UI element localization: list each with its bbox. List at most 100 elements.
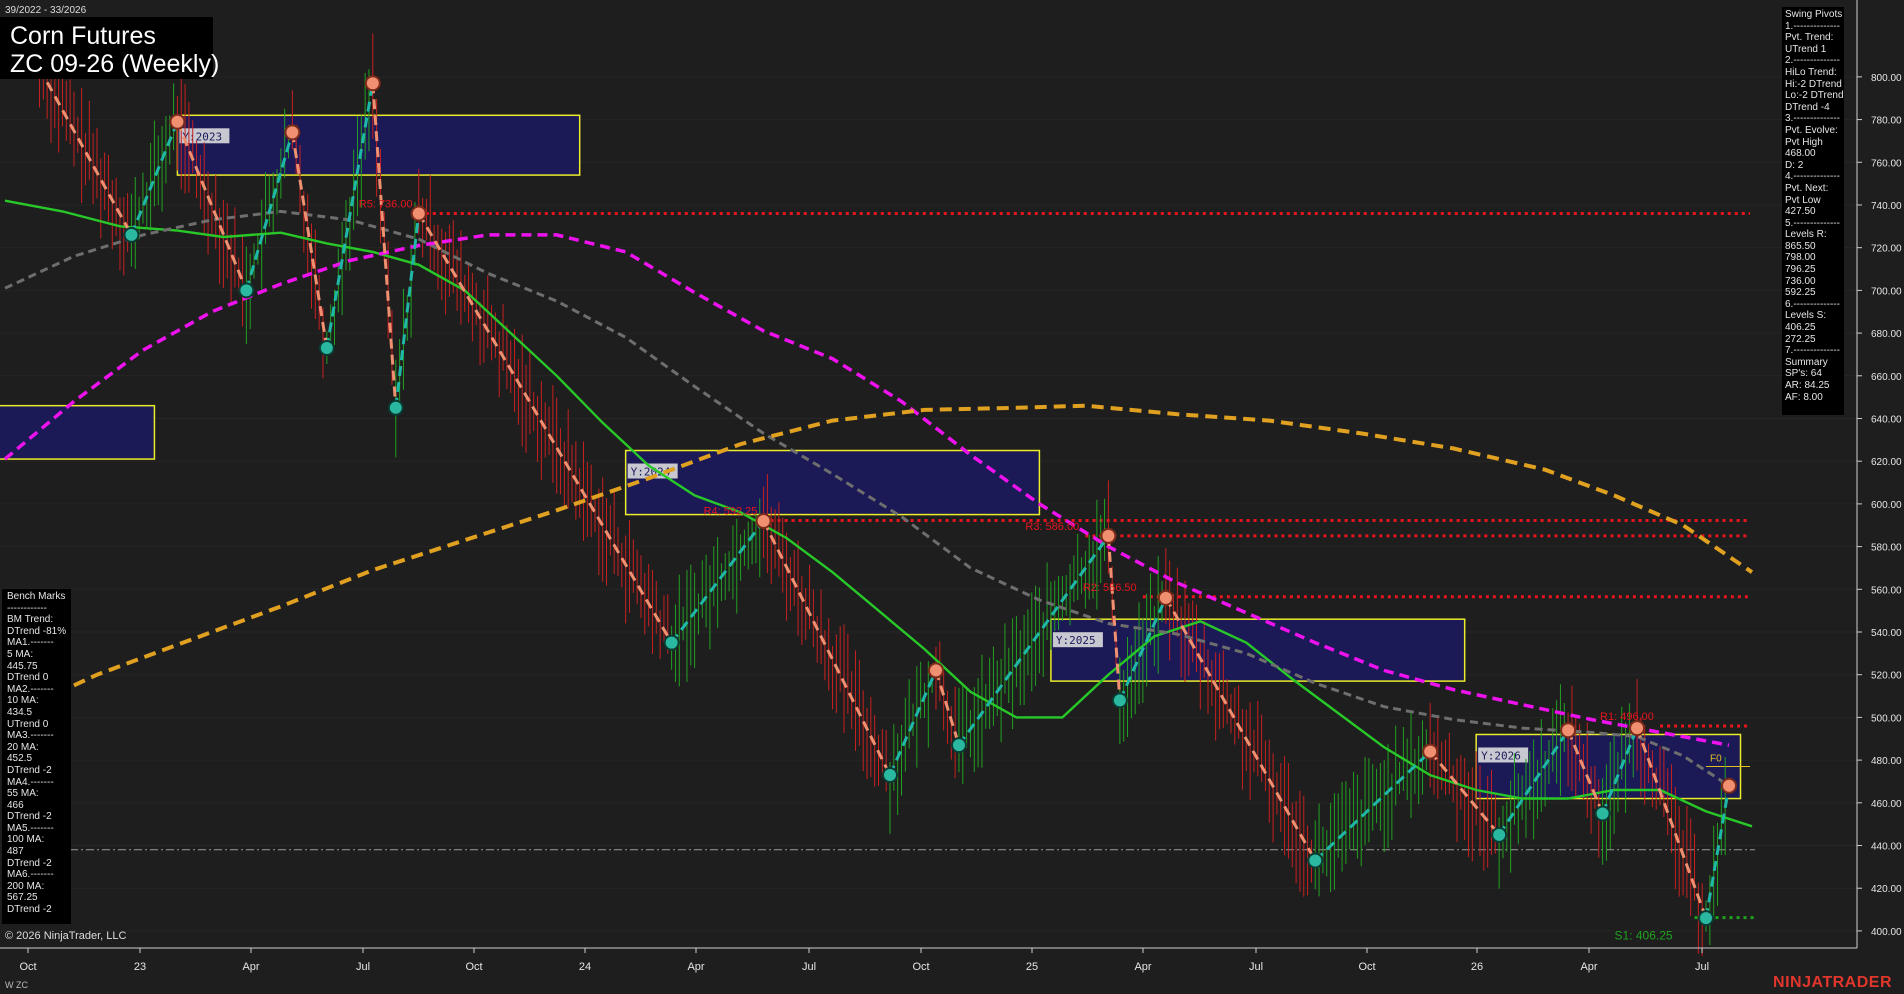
panel-line: 55 MA: [7,788,39,800]
y-tick-label: 720.00 [1871,244,1902,255]
swing-high-marker [410,205,427,222]
panel-line: UTrend 1 [1785,43,1827,55]
y-tick-label: 600.00 [1871,500,1902,511]
swing-high-marker [927,662,944,679]
swing-low-marker [950,737,967,754]
y-tick-label: 800.00 [1871,73,1902,84]
contract-name: ZC 09-26 (Weekly) [10,50,220,78]
panel-line: DTrend -2 [7,857,52,869]
panel-line: Pvt. Evolve: [1785,124,1838,136]
panel-line: Bench Marks [7,591,66,602]
x-tick-label: Jul [356,961,370,973]
panel-line: 865.50 [1785,240,1816,252]
y-tick-label: 500.00 [1871,713,1902,724]
panel-line: 567.25 [7,892,38,904]
panel-line: 272.25 [1785,333,1816,345]
resistance-label: R5: 736.00 [359,199,413,211]
year-box-label: Y:2023 [182,130,222,143]
panel-line: AF: 8.00 [1785,391,1823,403]
y-tick-label: 440.00 [1871,842,1902,853]
panel-line: SP's: 64 [1785,368,1822,380]
year-box-label: Y:2025 [1056,634,1096,647]
panel-line: BM Trend: [7,614,54,626]
y-tick-label: 780.00 [1871,116,1902,127]
panel-line: 796.25 [1785,264,1816,276]
swing-low-marker [1307,852,1324,869]
x-tick-label: Oct [465,961,482,973]
y-tick-label: 520.00 [1871,671,1902,682]
swing-low-marker [1594,805,1611,822]
f0-label: F0 [1710,754,1722,765]
panel-line: 466 [7,799,24,811]
swing-high-marker [1100,527,1117,544]
y-tick-label: 540.00 [1871,628,1902,639]
panel-line: 468.00 [1785,148,1816,160]
panel-line: MA2.------- [7,683,54,695]
panel-line: 1.-------------- [1785,20,1840,32]
swing-high-marker [1721,777,1738,794]
year-box [0,404,156,460]
panel-line: 445.75 [7,660,38,672]
panel-line: 434.5 [7,706,33,718]
panel-line: MA4.------- [7,776,54,788]
panel-line: 452.5 [7,753,33,765]
y-tick-label: 680.00 [1871,329,1902,340]
panel-line: 427.50 [1785,206,1816,218]
panel-line: D: 2 [1785,159,1804,171]
y-tick-label: 760.00 [1871,158,1902,169]
panel-line: 7.-------------- [1785,345,1840,357]
swing-high-marker [1629,720,1646,737]
swing-high-marker [1422,743,1439,760]
swing-pivots-panel: Swing Pivots 1.-------------- Pvt. Trend: U… [1782,7,1844,415]
swing-high-marker [364,75,381,92]
panel-line: MA3.------- [7,730,54,742]
x-tick-label: 23 [134,961,146,973]
panel-line: HiLo Trend: [1785,66,1837,78]
swing-low-marker [663,634,680,651]
swing-low-marker [123,226,140,243]
panel-line: 100 MA: [7,834,45,846]
swing-low-marker [1111,692,1128,709]
swing-high-marker [1560,722,1577,739]
y-tick-label: 620.00 [1871,457,1902,468]
y-tick-label: 700.00 [1871,286,1902,297]
x-tick-label: Oct [19,961,36,973]
panel-line: 798.00 [1785,252,1816,264]
swing-high-marker [169,113,186,130]
panel-line: MA1.------- [7,637,54,649]
panel-line: Pvt. Next: [1785,182,1829,194]
panel-line: 487 [7,846,24,858]
panel-line: Swing Pivots [1785,9,1843,20]
bench-marks-panel: Bench Marks ------------ BM Trend: DTrend -… [2,589,71,924]
resistance-label: R3: 586.00 [1025,521,1079,533]
swing-high-marker [1157,589,1174,606]
x-tick-label: Jul [1249,961,1263,973]
panel-line: Levels S: [1785,310,1827,322]
copyright: © 2026 NinjaTrader, LLC [5,930,127,942]
panel-line: ------------ [7,602,47,614]
brand-logo: NINJATRADER [1773,974,1892,991]
panel-line: Levels R: [1785,229,1827,241]
footer-tag: W ZC [5,980,28,990]
panel-line: 4.-------------- [1785,171,1840,183]
panel-line: 20 MA: [7,741,39,753]
panel-line: 2.-------------- [1785,55,1840,67]
y-tick-label: 740.00 [1871,201,1902,212]
y-tick-label: 460.00 [1871,799,1902,810]
y-tick-label: 560.00 [1871,585,1902,596]
y-tick-label: 580.00 [1871,543,1902,554]
date-range: 39/2022 - 33/2026 [5,5,87,16]
y-tick-label: 660.00 [1871,372,1902,383]
panel-line: 5.-------------- [1785,217,1840,229]
panel-line: DTrend -2 [7,811,52,823]
panel-line: 406.25 [1785,322,1816,334]
panel-line: DTrend 0 [7,672,49,684]
swing-low-marker [238,282,255,299]
resistance-label: R2: 556.50 [1083,582,1137,594]
x-tick-label: 24 [579,961,591,973]
price-chart[interactable]: Y:2023Y:2024Y:2025Y:2026 R5: 736.00R4: 5… [0,0,1904,994]
swing-low-marker [318,340,335,357]
panel-line: AR: 84.25 [1785,380,1830,391]
swing-low-marker [1491,826,1508,843]
x-tick-label: Apr [1580,961,1597,973]
